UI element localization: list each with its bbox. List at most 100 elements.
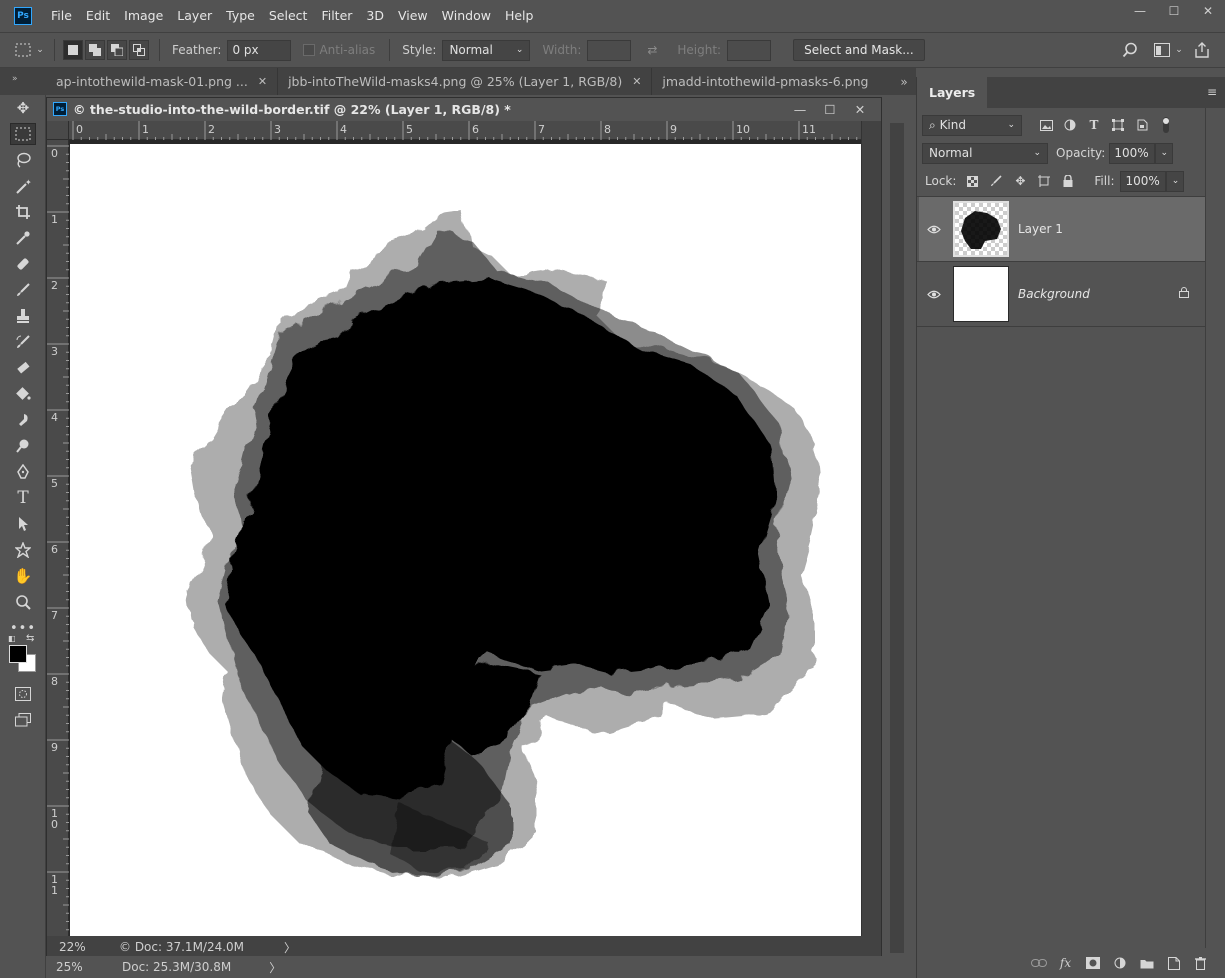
filter-pixel-icon[interactable] <box>1034 114 1058 136</box>
healing-brush-tool-icon[interactable] <box>0 251 46 277</box>
rectangular-marquee-tool-icon[interactable] <box>0 121 46 147</box>
layer-name[interactable]: Layer 1 <box>1018 222 1063 236</box>
zoom-level[interactable]: 25% <box>46 960 92 974</box>
tabs-overflow-icon[interactable]: » <box>892 68 916 95</box>
fill-input[interactable]: 100% <box>1120 170 1167 192</box>
doc-tab[interactable]: jmadd-intothewild-pmasks-6.png <box>652 68 879 95</box>
feather-input[interactable]: 0 px <box>227 39 292 61</box>
workspace-icon[interactable] <box>1151 39 1173 61</box>
menu-select[interactable]: Select <box>262 0 315 32</box>
collapse-toolbar-icon[interactable]: » <box>12 74 18 84</box>
ruler-origin[interactable] <box>47 121 69 140</box>
magic-wand-tool-icon[interactable]: ✦ <box>0 173 46 199</box>
doc-close-icon[interactable]: ✕ <box>845 98 875 120</box>
height-input[interactable] <box>727 39 772 61</box>
lock-position-icon[interactable]: ✥ <box>1008 170 1032 192</box>
swap-icon[interactable]: ⇄ <box>641 39 663 61</box>
hand-tool-icon[interactable]: ✋ <box>0 563 46 589</box>
more-tools-icon[interactable]: ••• <box>0 615 46 641</box>
subtract-selection-button[interactable] <box>107 40 127 60</box>
zoom-level[interactable]: 22% <box>47 940 97 954</box>
layer-row[interactable]: Layer 1 <box>919 197 1205 261</box>
new-selection-button[interactable] <box>63 40 83 60</box>
filter-toggle-icon[interactable] <box>1154 114 1178 136</box>
swap-colors-icon[interactable]: ⇆ <box>26 633 34 644</box>
lock-transparent-icon[interactable] <box>960 170 984 192</box>
layer-thumbnail[interactable] <box>953 201 1009 257</box>
menu-3d[interactable]: 3D <box>359 0 391 32</box>
lock-all-icon[interactable] <box>1056 170 1080 192</box>
lasso-tool-icon[interactable] <box>0 147 46 173</box>
link-layers-icon[interactable] <box>1029 953 1048 973</box>
vertical-ruler[interactable]: 01234567891011 <box>47 140 69 937</box>
lock-artboard-icon[interactable] <box>1032 170 1056 192</box>
document-title-bar[interactable]: Ps © the-studio-into-the-wild-border.tif… <box>47 98 881 120</box>
layer-lock-icon[interactable] <box>1179 287 1189 301</box>
filter-smart-object-icon[interactable] <box>1130 114 1154 136</box>
paint-bucket-tool-icon[interactable] <box>0 381 46 407</box>
filter-kind-select[interactable]: ⌕ Kind ⌄ <box>922 114 1022 136</box>
opacity-input[interactable]: 100% <box>1109 142 1156 164</box>
close-button[interactable]: ✕ <box>1191 0 1225 22</box>
menu-edit[interactable]: Edit <box>79 0 117 32</box>
filter-type-icon[interactable]: T <box>1082 114 1106 136</box>
close-tab-icon[interactable]: ✕ <box>258 68 267 95</box>
visibility-eye-icon[interactable] <box>919 290 949 299</box>
doc-tab[interactable]: ap-intothewild-mask-01.png ... ✕ <box>46 68 279 95</box>
horizontal-ruler[interactable]: 0 1 2 3 4 5 6 7 8 9 10 11 <box>69 121 861 140</box>
delete-layer-icon[interactable] <box>1191 953 1210 973</box>
history-brush-tool-icon[interactable] <box>0 329 46 355</box>
layer-effects-icon[interactable]: fx <box>1056 953 1075 973</box>
doc-minimize-icon[interactable]: — <box>785 98 815 120</box>
width-input[interactable] <box>587 39 632 61</box>
new-layer-icon[interactable] <box>1164 953 1183 973</box>
layers-scrollbar[interactable] <box>1205 108 1225 948</box>
add-selection-button[interactable] <box>85 40 105 60</box>
menu-file[interactable]: File <box>44 0 79 32</box>
marquee-preset-icon[interactable] <box>12 39 34 61</box>
crop-tool-icon[interactable] <box>0 199 46 225</box>
new-group-icon[interactable] <box>1137 953 1156 973</box>
menu-layer[interactable]: Layer <box>170 0 219 32</box>
image-canvas[interactable] <box>70 144 863 936</box>
custom-shape-tool-icon[interactable] <box>0 537 46 563</box>
smudge-tool-icon[interactable] <box>0 407 46 433</box>
style-select[interactable]: Normal ⌄ <box>442 39 531 61</box>
chevron-down-icon[interactable]: ⌄ <box>1173 39 1185 61</box>
search-icon[interactable] <box>1119 39 1141 61</box>
share-icon[interactable] <box>1191 39 1213 61</box>
opacity-dropdown-icon[interactable]: ⌄ <box>1155 142 1174 164</box>
layer-name[interactable]: Background <box>1018 287 1090 301</box>
layer-row[interactable]: Background <box>919 262 1205 326</box>
foreground-color-swatch[interactable] <box>9 645 27 663</box>
minimize-button[interactable]: — <box>1123 0 1157 22</box>
doc-tab[interactable]: jbb-intoTheWild-masks4.png @ 25% (Layer … <box>278 68 653 95</box>
intersect-selection-button[interactable] <box>129 40 149 60</box>
visibility-eye-icon[interactable] <box>919 225 949 234</box>
filter-shape-icon[interactable] <box>1106 114 1130 136</box>
blend-mode-select[interactable]: Normal ⌄ <box>922 142 1048 164</box>
filter-adjustment-icon[interactable] <box>1058 114 1082 136</box>
chevron-down-icon[interactable]: ⌄ <box>34 39 46 61</box>
select-and-mask-button[interactable]: Select and Mask... <box>793 39 925 61</box>
menu-filter[interactable]: Filter <box>314 0 359 32</box>
zoom-tool-icon[interactable] <box>0 589 46 615</box>
status-menu-icon[interactable]: 〉 <box>284 939 296 956</box>
maximize-button[interactable]: ☐ <box>1157 0 1191 22</box>
lock-pixels-icon[interactable] <box>984 170 1008 192</box>
antialias-checkbox[interactable] <box>303 44 316 56</box>
vertical-scrollbar[interactable] <box>861 121 881 937</box>
dodge-tool-icon[interactable] <box>0 433 46 459</box>
fill-dropdown-icon[interactable]: ⌄ <box>1166 170 1185 192</box>
canvas-pasteboard[interactable] <box>69 140 863 937</box>
path-selection-tool-icon[interactable] <box>0 511 46 537</box>
layer-thumbnail[interactable] <box>953 266 1009 322</box>
type-tool-icon[interactable]: T <box>0 485 46 511</box>
menu-view[interactable]: View <box>391 0 435 32</box>
eyedropper-tool-icon[interactable] <box>0 225 46 251</box>
menu-type[interactable]: Type <box>219 0 262 32</box>
brush-tool-icon[interactable] <box>0 277 46 303</box>
clone-stamp-tool-icon[interactable] <box>0 303 46 329</box>
adjustment-layer-icon[interactable] <box>1110 953 1129 973</box>
doc-maximize-icon[interactable]: ☐ <box>815 98 845 120</box>
